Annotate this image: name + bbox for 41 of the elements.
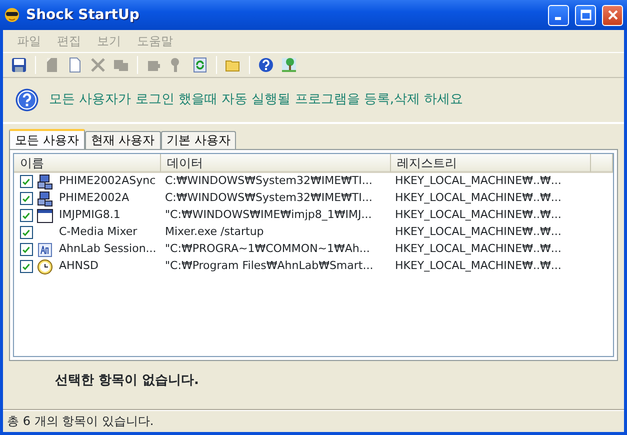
column-header[interactable]: 데이터 [161,154,391,172]
table-cell-text: C:₩WINDOWS₩System32₩IME₩TI... [164,190,374,206]
table-cell-text: IMJPMIG8.1 [58,207,120,224]
table-cell-text: PHIME2002ASync [58,173,156,190]
tab[interactable]: 현재 사용자 [84,131,161,149]
table-cell-text: HKEY_LOCAL_MACHINE₩..₩... [394,258,562,274]
table-cell-text: "C:₩Program Files₩AhnLab₩Smart... [164,258,374,274]
checkbox[interactable] [20,175,33,188]
table-cell-text: PHIME2002A [58,190,130,206]
table-cell-text: "C:₩PROGRA~1₩COMMON~1₩Ah... [164,241,371,258]
computers-icon [37,190,53,206]
table-cell-text: AHNSD [58,258,98,274]
help-icon [15,88,39,112]
checkbox[interactable] [20,209,33,222]
detail-message: 선택한 항목이 없습니다. [55,372,199,390]
tab[interactable]: 모든 사용자 [9,129,85,150]
table-cell-text: HKEY_LOCAL_MACHINE₩..₩... [394,241,562,258]
computers-icon [37,174,53,190]
checkbox[interactable] [20,226,33,239]
table-cell-text: HKEY_LOCAL_MACHINE₩..₩... [394,224,562,240]
column-header[interactable]: 이름 [14,154,161,172]
table-cell-text: Mixer.exe /startup [164,224,265,240]
sunglasses-face-icon [4,7,20,23]
column-header[interactable]: 레지스트리 [391,154,591,172]
checkbox[interactable] [20,243,33,256]
table-cell-text: "C:₩WINDOWS₩IME₩imjp8_1₩IMJ... [164,207,373,224]
table-cell-text: HKEY_LOCAL_MACHINE₩..₩... [394,190,562,206]
table-cell-text: HKEY_LOCAL_MACHINE₩..₩... [394,207,562,224]
status-bar: 총 6 개의 항목이 있습니다. [3,410,624,432]
checkbox[interactable] [20,192,33,205]
window-icon [37,208,53,224]
clock-icon [37,258,53,274]
table-cell-text: C:₩WINDOWS₩System32₩IME₩TI... [164,173,374,190]
document-icon [37,242,53,258]
table-cell-text: AhnLab Session... [58,241,156,258]
info-message: 모든 사용자가 로그인 했을때 자동 실행될 프로그램을 등록,삭제 하세요 [49,91,464,110]
table-cell-text: HKEY_LOCAL_MACHINE₩..₩... [394,173,562,190]
checkbox[interactable] [20,260,33,273]
window-title: Shock StartUp [26,6,140,24]
table-cell-text: C-Media Mixer [58,224,138,240]
tab[interactable]: 기본 사용자 [160,131,236,149]
